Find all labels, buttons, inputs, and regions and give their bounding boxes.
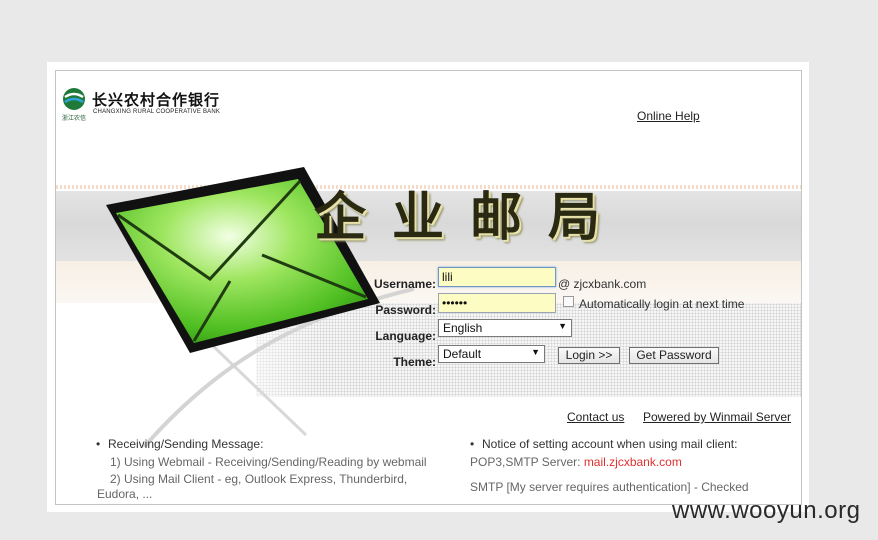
online-help-link[interactable]: Online Help [637,109,700,123]
notice-title: Notice of setting account when using mai… [470,437,737,451]
browser-page: 浙江农信 长兴农村合作银行 CHANGXING RURAL COOPERATIV… [47,62,809,512]
smtp-auth-note: SMTP [My server requires authentication]… [470,480,749,494]
theme-select[interactable]: Default ▼ [438,345,545,363]
language-label: Language: [375,329,436,343]
contact-us-link[interactable]: Contact us [567,410,624,424]
auto-login-label: Automatically login at next time [579,297,745,311]
bank-logo-icon: 浙江农信 [62,88,86,122]
username-label: Username: [373,277,436,291]
mail-office-title: 企业邮局 [314,187,627,248]
auto-login-checkbox[interactable] [563,296,574,307]
bank-name-cn: 长兴农村合作银行 [92,91,221,109]
dropdown-arrow-icon: ▼ [558,321,567,331]
language-value: English [443,321,483,335]
receiving-sending-title: Receiving/Sending Message: [96,437,263,451]
bank-name-en: CHANGXING RURAL COOPERATIVE BANK [93,109,221,115]
webmail-instruction: 1) Using Webmail - Receiving/Sending/Rea… [110,455,427,469]
get-password-button[interactable]: Get Password [629,347,719,364]
password-label: Password: [375,303,436,317]
watermark-text: www.wooyun.org [672,497,861,524]
login-panel: 浙江农信 长兴农村合作银行 CHANGXING RURAL COOPERATIV… [55,70,802,505]
email-domain: @ zjcxbank.com [558,277,647,291]
powered-by-link[interactable]: Powered by Winmail Server [643,410,791,424]
language-select[interactable]: English ▼ [438,319,572,337]
server-name: mail.zjcxbank.com [583,455,682,469]
pop3-smtp-server: POP3,SMTP Server: mail.zjcxbank.com [470,455,682,470]
username-input[interactable] [438,267,556,287]
mail-client-instruction: 2) Using Mail Client - eg, Outlook Expre… [110,472,408,486]
login-button[interactable]: Login >> [558,347,620,364]
mail-client-instruction-cont: Eudora, ... [97,487,153,501]
theme-label: Theme: [393,355,436,369]
theme-value: Default [443,347,482,361]
logo-badge-text: 浙江农信 [62,114,86,122]
password-input[interactable] [438,293,556,313]
dropdown-arrow-icon: ▼ [531,347,540,357]
server-prefix: POP3,SMTP Server: [470,455,584,469]
